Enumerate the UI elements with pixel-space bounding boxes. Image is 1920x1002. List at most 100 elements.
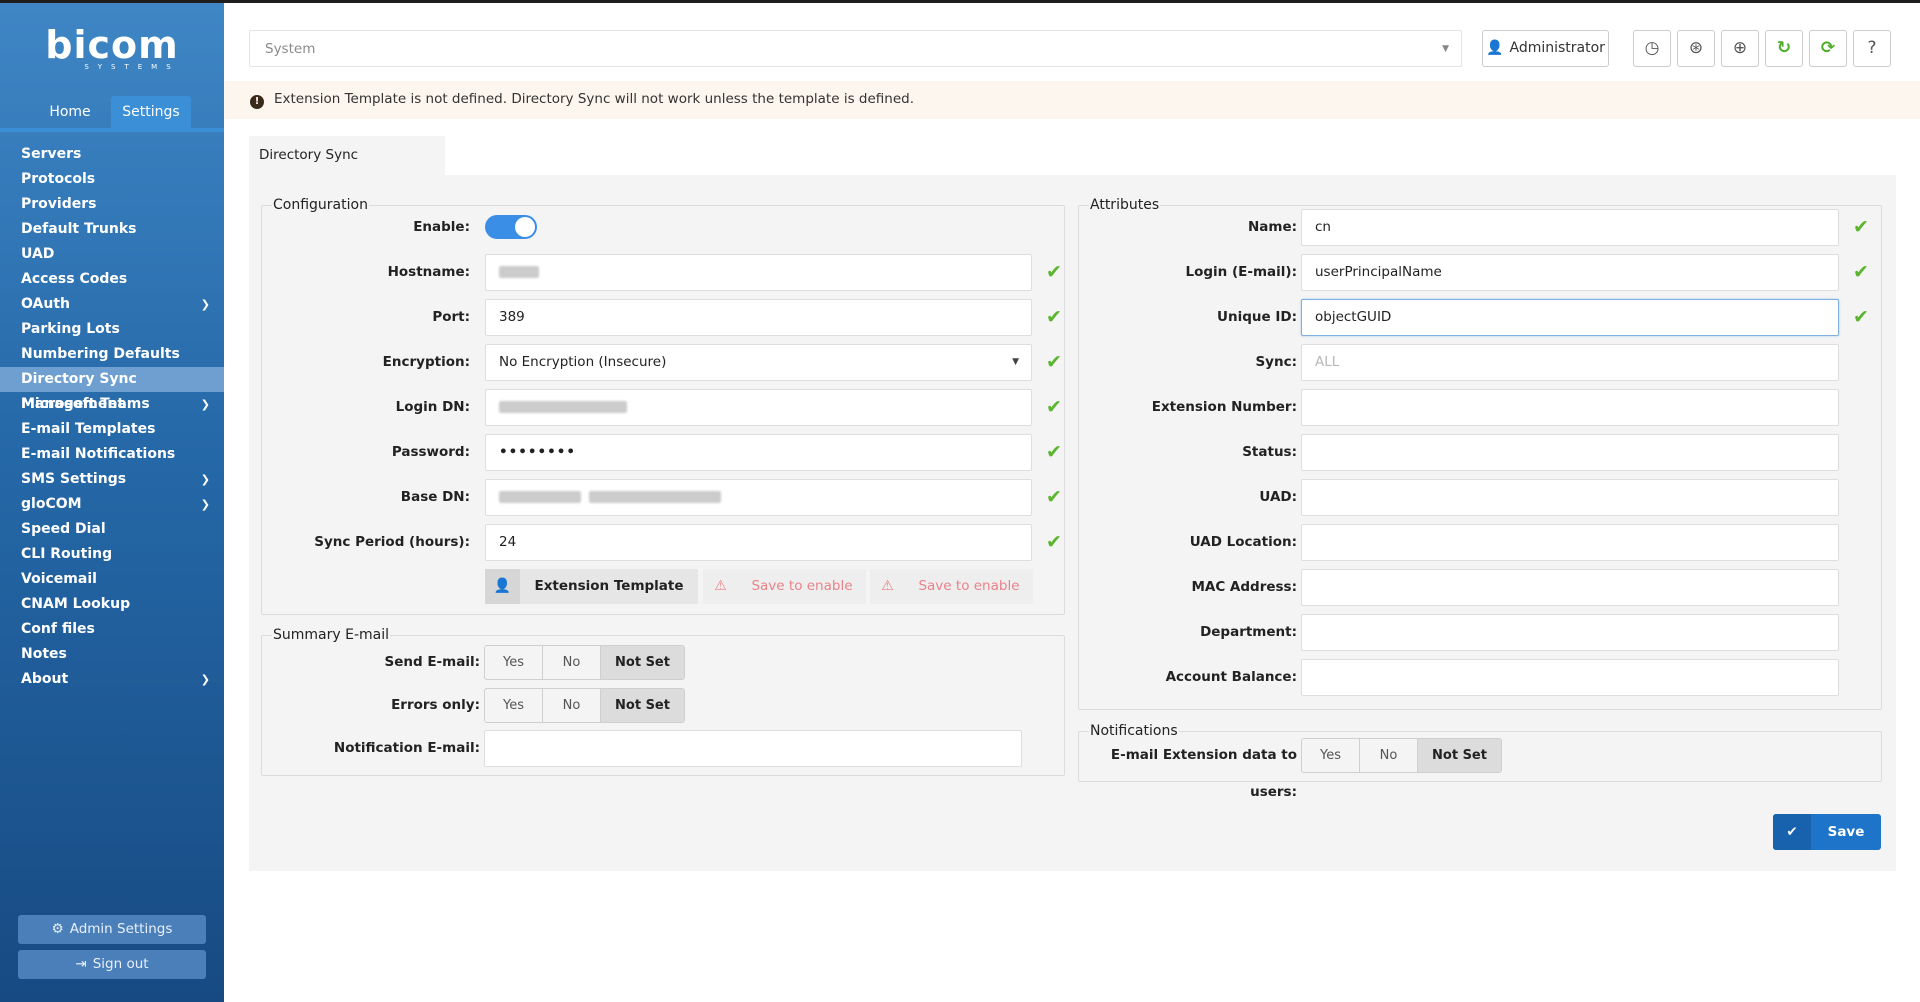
sidebar-item-default-trunks[interactable]: Default Trunks (0, 217, 224, 242)
admin-settings-button[interactable]: ⚙ Admin Settings (18, 915, 206, 944)
port-input[interactable]: 389 (485, 299, 1032, 336)
sign-out-button[interactable]: ⇥ Sign out (18, 950, 206, 979)
email-extension-yes[interactable]: Yes (1302, 739, 1360, 772)
user-menu-button[interactable]: 👤 Administrator (1482, 30, 1609, 67)
enable-toggle[interactable] (485, 215, 537, 239)
nav-tab-underline (0, 128, 224, 132)
sidebar-item-access-codes[interactable]: Access Codes (0, 267, 224, 292)
errors-only-no[interactable]: No (543, 689, 601, 722)
sidebar-item-email-notifications[interactable]: E-mail Notifications (0, 442, 224, 467)
window-top-border (0, 0, 1920, 3)
unique-id-input[interactable]: objectGUID (1301, 299, 1839, 336)
sidebar-item-email-templates[interactable]: E-mail Templates (0, 417, 224, 442)
base-dn-redacted (499, 491, 581, 503)
sidebar-item-label: UAD (21, 246, 55, 262)
system-select[interactable]: System ▼ (249, 30, 1462, 67)
base-dn-input[interactable] (485, 479, 1032, 516)
uad-input[interactable] (1301, 479, 1839, 516)
sync-period-input[interactable]: 24 (485, 524, 1032, 561)
save-to-enable-label: Save to enable (751, 578, 853, 594)
help-button[interactable]: ? (1853, 30, 1891, 67)
tab-settings[interactable]: Settings (111, 96, 191, 128)
sidebar-item-conf-files[interactable]: Conf files (0, 617, 224, 642)
sidebar-item-uad[interactable]: UAD (0, 242, 224, 267)
clock-button[interactable]: ◷ (1633, 30, 1671, 67)
sidebar-item-label: Notes (21, 646, 67, 662)
user-icon: 👤 (485, 569, 520, 604)
errors-only-options: Yes No Not Set (484, 688, 685, 723)
language-button[interactable]: ⊕ (1721, 30, 1759, 67)
summary-email-title: Summary E-mail (272, 627, 390, 643)
base-dn-redacted (589, 491, 721, 503)
save-label: Save (1827, 824, 1865, 840)
hostname-input[interactable] (485, 254, 1032, 291)
summary-email-group: Summary E-mail Send E-mail: Yes No Not S… (261, 627, 1065, 776)
errors-only-yes[interactable]: Yes (485, 689, 543, 722)
sidebar-item-oauth[interactable]: OAuth ❯ (0, 292, 224, 317)
nav-tabs: Home Settings (0, 96, 224, 128)
name-input[interactable]: cn (1301, 209, 1839, 246)
reload-button[interactable]: ↻ (1765, 30, 1803, 67)
sidebar-item-protocols[interactable]: Protocols (0, 167, 224, 192)
notification-email-input[interactable] (484, 730, 1022, 767)
extension-number-label: Extension Number: (1151, 399, 1297, 415)
encryption-value: No Encryption (Insecure) (499, 354, 667, 370)
sync-icon: ⟳ (1820, 38, 1836, 58)
support-button[interactable]: ⊛ (1677, 30, 1715, 67)
sync-input[interactable]: ALL (1301, 344, 1839, 381)
help-icon: ? (1867, 38, 1877, 58)
email-extension-label: E-mail Extension data to users: (1110, 747, 1297, 800)
user-name: Administrator (1509, 40, 1605, 56)
extension-number-input[interactable] (1301, 389, 1839, 426)
uad-location-input[interactable] (1301, 524, 1839, 561)
login-dn-label: Login DN: (395, 399, 470, 415)
sidebar-item-microsoft-teams[interactable]: Microsoft Teams ❯ (0, 392, 224, 417)
password-input[interactable]: •••••••• (485, 434, 1032, 471)
email-extension-not-set[interactable]: Not Set (1418, 739, 1501, 772)
send-email-yes[interactable]: Yes (485, 646, 543, 679)
sidebar-item-glocom[interactable]: gloCOM ❯ (0, 492, 224, 517)
send-email-no[interactable]: No (543, 646, 601, 679)
send-email-not-set[interactable]: Not Set (601, 646, 684, 679)
encryption-select[interactable]: No Encryption (Insecure) ▼ (485, 344, 1032, 381)
email-extension-no[interactable]: No (1360, 739, 1418, 772)
sidebar-item-cli-routing[interactable]: CLI Routing (0, 542, 224, 567)
account-balance-label: Account Balance: (1165, 669, 1297, 685)
sidebar-item-notes[interactable]: Notes (0, 642, 224, 667)
account-balance-input[interactable] (1301, 659, 1839, 696)
sidebar-item-parking-lots[interactable]: Parking Lots (0, 317, 224, 342)
login-e-mail-input[interactable]: userPrincipalName (1301, 254, 1839, 291)
mac-address-input[interactable] (1301, 569, 1839, 606)
chevron-right-icon: ❯ (200, 398, 210, 411)
directory-sync-panel: Configuration Enable: Hostname: ✔ Port: … (249, 175, 1896, 871)
sidebar-item-voicemail[interactable]: Voicemail (0, 567, 224, 592)
status-input[interactable] (1301, 434, 1839, 471)
admin-settings-label: Admin Settings (69, 921, 173, 937)
sync-button[interactable]: ⟳ (1809, 30, 1847, 67)
sidebar-item-directory-sync-management[interactable]: Directory Sync Management (0, 367, 224, 412)
sidebar-item-speed-dial[interactable]: Speed Dial (0, 517, 224, 542)
save-to-enable-button-1[interactable]: ⚠ Save to enable (703, 569, 866, 604)
tab-home[interactable]: Home (34, 96, 106, 128)
sidebar-item-cnam-lookup[interactable]: CNAM Lookup (0, 592, 224, 617)
extension-template-label: Extension Template (534, 578, 684, 594)
template-warning-alert: ! Extension Template is not defined. Dire… (224, 81, 1920, 119)
sidebar-item-sms-settings[interactable]: SMS Settings ❯ (0, 467, 224, 492)
extension-template-button[interactable]: 👤 Extension Template (485, 569, 698, 604)
sidebar-item-label: Providers (21, 196, 97, 212)
sidebar-item-about[interactable]: About ❯ (0, 667, 224, 692)
save-to-enable-button-2[interactable]: ⚠ Save to enable (870, 569, 1033, 604)
login-dn-input[interactable] (485, 389, 1032, 426)
sidebar-item-servers[interactable]: Servers (0, 142, 224, 167)
errors-only-not-set[interactable]: Not Set (601, 689, 684, 722)
tab-directory-sync-management[interactable]: Directory Sync Management (249, 136, 445, 201)
sidebar-item-label: Servers (21, 146, 82, 162)
department-input[interactable] (1301, 614, 1839, 651)
sidebar-item-providers[interactable]: Providers (0, 192, 224, 217)
unique-id-label: Unique ID: (1217, 309, 1297, 325)
sidebar-item-label: Conf files (21, 621, 95, 637)
sidebar-item-numbering-defaults[interactable]: Numbering Defaults (0, 342, 224, 367)
exclamation-icon: ! (250, 95, 264, 109)
department-label: Department: (1200, 624, 1297, 640)
save-button[interactable]: ✔ Save (1773, 814, 1881, 850)
